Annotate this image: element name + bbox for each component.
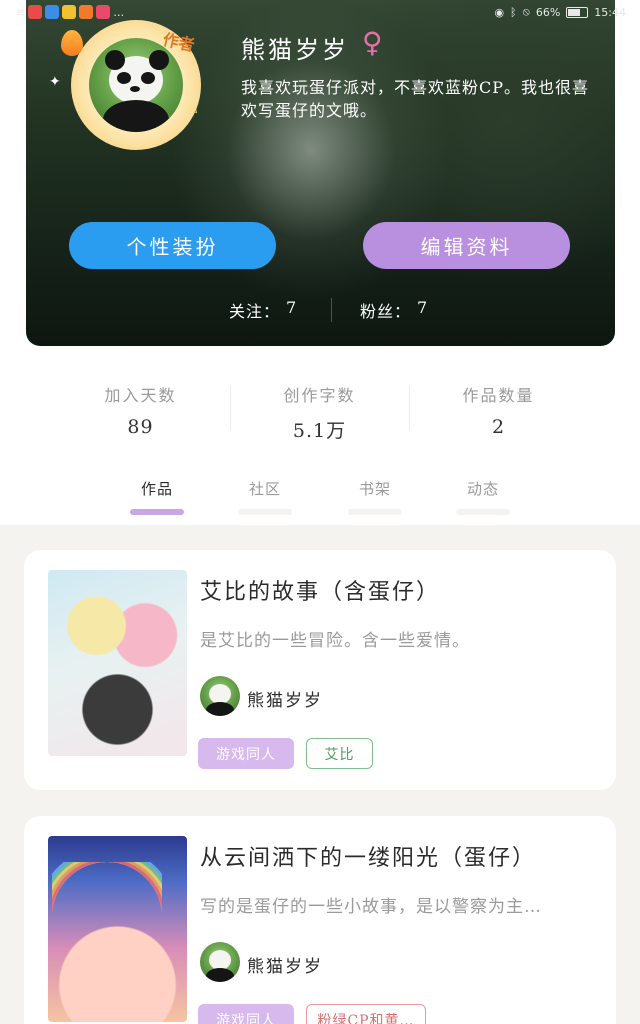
panda-face xyxy=(209,950,231,970)
app-notification-icon xyxy=(79,5,94,19)
following-count[interactable]: 关注： 7 xyxy=(229,298,297,322)
mute-icon: ⦸ xyxy=(522,5,530,18)
tab-works[interactable]: 作品 xyxy=(117,478,197,499)
work-card[interactable]: 从云间洒下的一缕阳光（蛋仔） 写的是蛋仔的一些小故事，是以警察为主… 熊猫岁岁 … xyxy=(24,816,616,1024)
eye-icon: ◉ xyxy=(494,5,505,19)
status-right: ◉ ᛒ ⦸ 66% 15:44 xyxy=(494,5,626,19)
stat-value: 89 xyxy=(127,416,154,438)
author-avatar[interactable] xyxy=(200,942,240,982)
battery-percent: 66% xyxy=(535,5,561,19)
status-left: ≋ … xyxy=(16,5,124,19)
stat-join-days: 加入天数 89 xyxy=(51,382,230,438)
tab-indicator xyxy=(456,509,510,515)
work-tag[interactable]: 艾比 xyxy=(306,738,373,769)
followers-count[interactable]: 粉丝： 7 xyxy=(360,298,428,322)
work-title[interactable]: 从云间洒下的一缕阳光（蛋仔） xyxy=(200,840,536,872)
app-notification-icon xyxy=(45,5,60,19)
work-tag[interactable]: 粉绿CP和黄… xyxy=(306,1004,426,1024)
stat-value: 2 xyxy=(491,416,506,438)
followers-label: 粉丝： xyxy=(360,302,412,321)
rainbow-illustration xyxy=(52,862,162,912)
work-author[interactable]: 熊猫岁岁 xyxy=(247,686,323,711)
edit-profile-button[interactable]: 编辑资料 xyxy=(363,222,570,269)
tab-indicator xyxy=(238,509,292,515)
stat-label: 作品数量 xyxy=(462,386,535,405)
stats-card: 加入天数 89 创作字数 5.1万 作品数量 2 xyxy=(51,346,588,468)
panda-face xyxy=(209,684,231,704)
stat-work-count: 作品数量 2 xyxy=(409,382,588,438)
wifi-icon: ≋ xyxy=(16,5,26,19)
tab-indicator xyxy=(348,509,402,515)
panda-body xyxy=(206,968,234,982)
following-value: 7 xyxy=(286,298,298,317)
work-tag[interactable]: 游戏同人 xyxy=(198,738,294,769)
clock: 15:44 xyxy=(594,5,626,19)
sparkle-icon: ✎ xyxy=(187,102,199,118)
app-notification-icon xyxy=(96,5,111,19)
work-description: 是艾比的一些冒险。含一些爱情。 xyxy=(200,631,470,651)
panda-eye xyxy=(117,72,131,84)
app-notification-icon xyxy=(28,5,43,19)
panda-nose xyxy=(130,86,140,92)
following-label: 关注： xyxy=(229,302,281,321)
tab-community[interactable]: 社区 xyxy=(225,478,305,499)
stat-label: 创作字数 xyxy=(283,386,356,405)
work-card[interactable]: 艾比的故事（含蛋仔） 是艾比的一些冒险。含一些爱情。 熊猫岁岁 游戏同人 艾比 xyxy=(24,550,616,790)
profile-bio: 我喜欢玩蛋仔派对，不喜欢蓝粉CP。我也很喜欢写蛋仔的文哦。 xyxy=(241,78,590,120)
tab-indicator-active xyxy=(130,509,184,515)
work-tag[interactable]: 游戏同人 xyxy=(198,1004,294,1024)
stat-value: 5.1万 xyxy=(292,420,347,442)
book-cover-image[interactable] xyxy=(48,836,187,1022)
stat-label: 加入天数 xyxy=(104,386,177,405)
flame-icon xyxy=(61,30,83,56)
work-author[interactable]: 熊猫岁岁 xyxy=(247,952,323,977)
panda-body xyxy=(206,702,234,716)
username: 熊猫岁岁 xyxy=(241,36,349,64)
tab-activity[interactable]: 动态 xyxy=(443,478,523,499)
female-gender-icon: ♀ xyxy=(362,26,383,59)
sparkle-icon: ✦ xyxy=(49,74,61,90)
divider xyxy=(331,298,332,322)
follow-stats: 关注： 7 粉丝： 7 xyxy=(26,298,615,322)
panda-ear xyxy=(105,50,125,70)
followers-value: 7 xyxy=(417,298,429,317)
work-description: 写的是蛋仔的一些小故事，是以警察为主… xyxy=(200,897,542,917)
work-title[interactable]: 艾比的故事（含蛋仔） xyxy=(200,574,440,606)
panda-eye xyxy=(141,72,155,84)
bluetooth-icon: ᛒ xyxy=(510,5,517,19)
author-avatar[interactable] xyxy=(200,676,240,716)
author-badge: 作者 xyxy=(161,29,197,56)
battery-icon xyxy=(566,6,589,18)
profile-header-card: 作者 ✦ ✎ 熊猫岁岁 ♀ 我喜欢玩蛋仔派对，不喜欢蓝粉CP。我也很喜欢写蛋仔的… xyxy=(26,0,615,346)
panda-body xyxy=(103,100,169,132)
status-bar: ≋ … ◉ ᛒ ⦸ 66% 15:44 xyxy=(0,0,640,26)
book-cover-image[interactable] xyxy=(48,570,187,756)
more-notifications-icon: … xyxy=(113,5,125,19)
stat-word-count: 创作字数 5.1万 xyxy=(230,382,409,443)
app-notification-icon xyxy=(62,5,77,19)
tab-bookshelf[interactable]: 书架 xyxy=(335,478,415,499)
profile-avatar[interactable]: 作者 ✦ ✎ xyxy=(49,20,201,150)
dress-up-button[interactable]: 个性装扮 xyxy=(69,222,276,269)
